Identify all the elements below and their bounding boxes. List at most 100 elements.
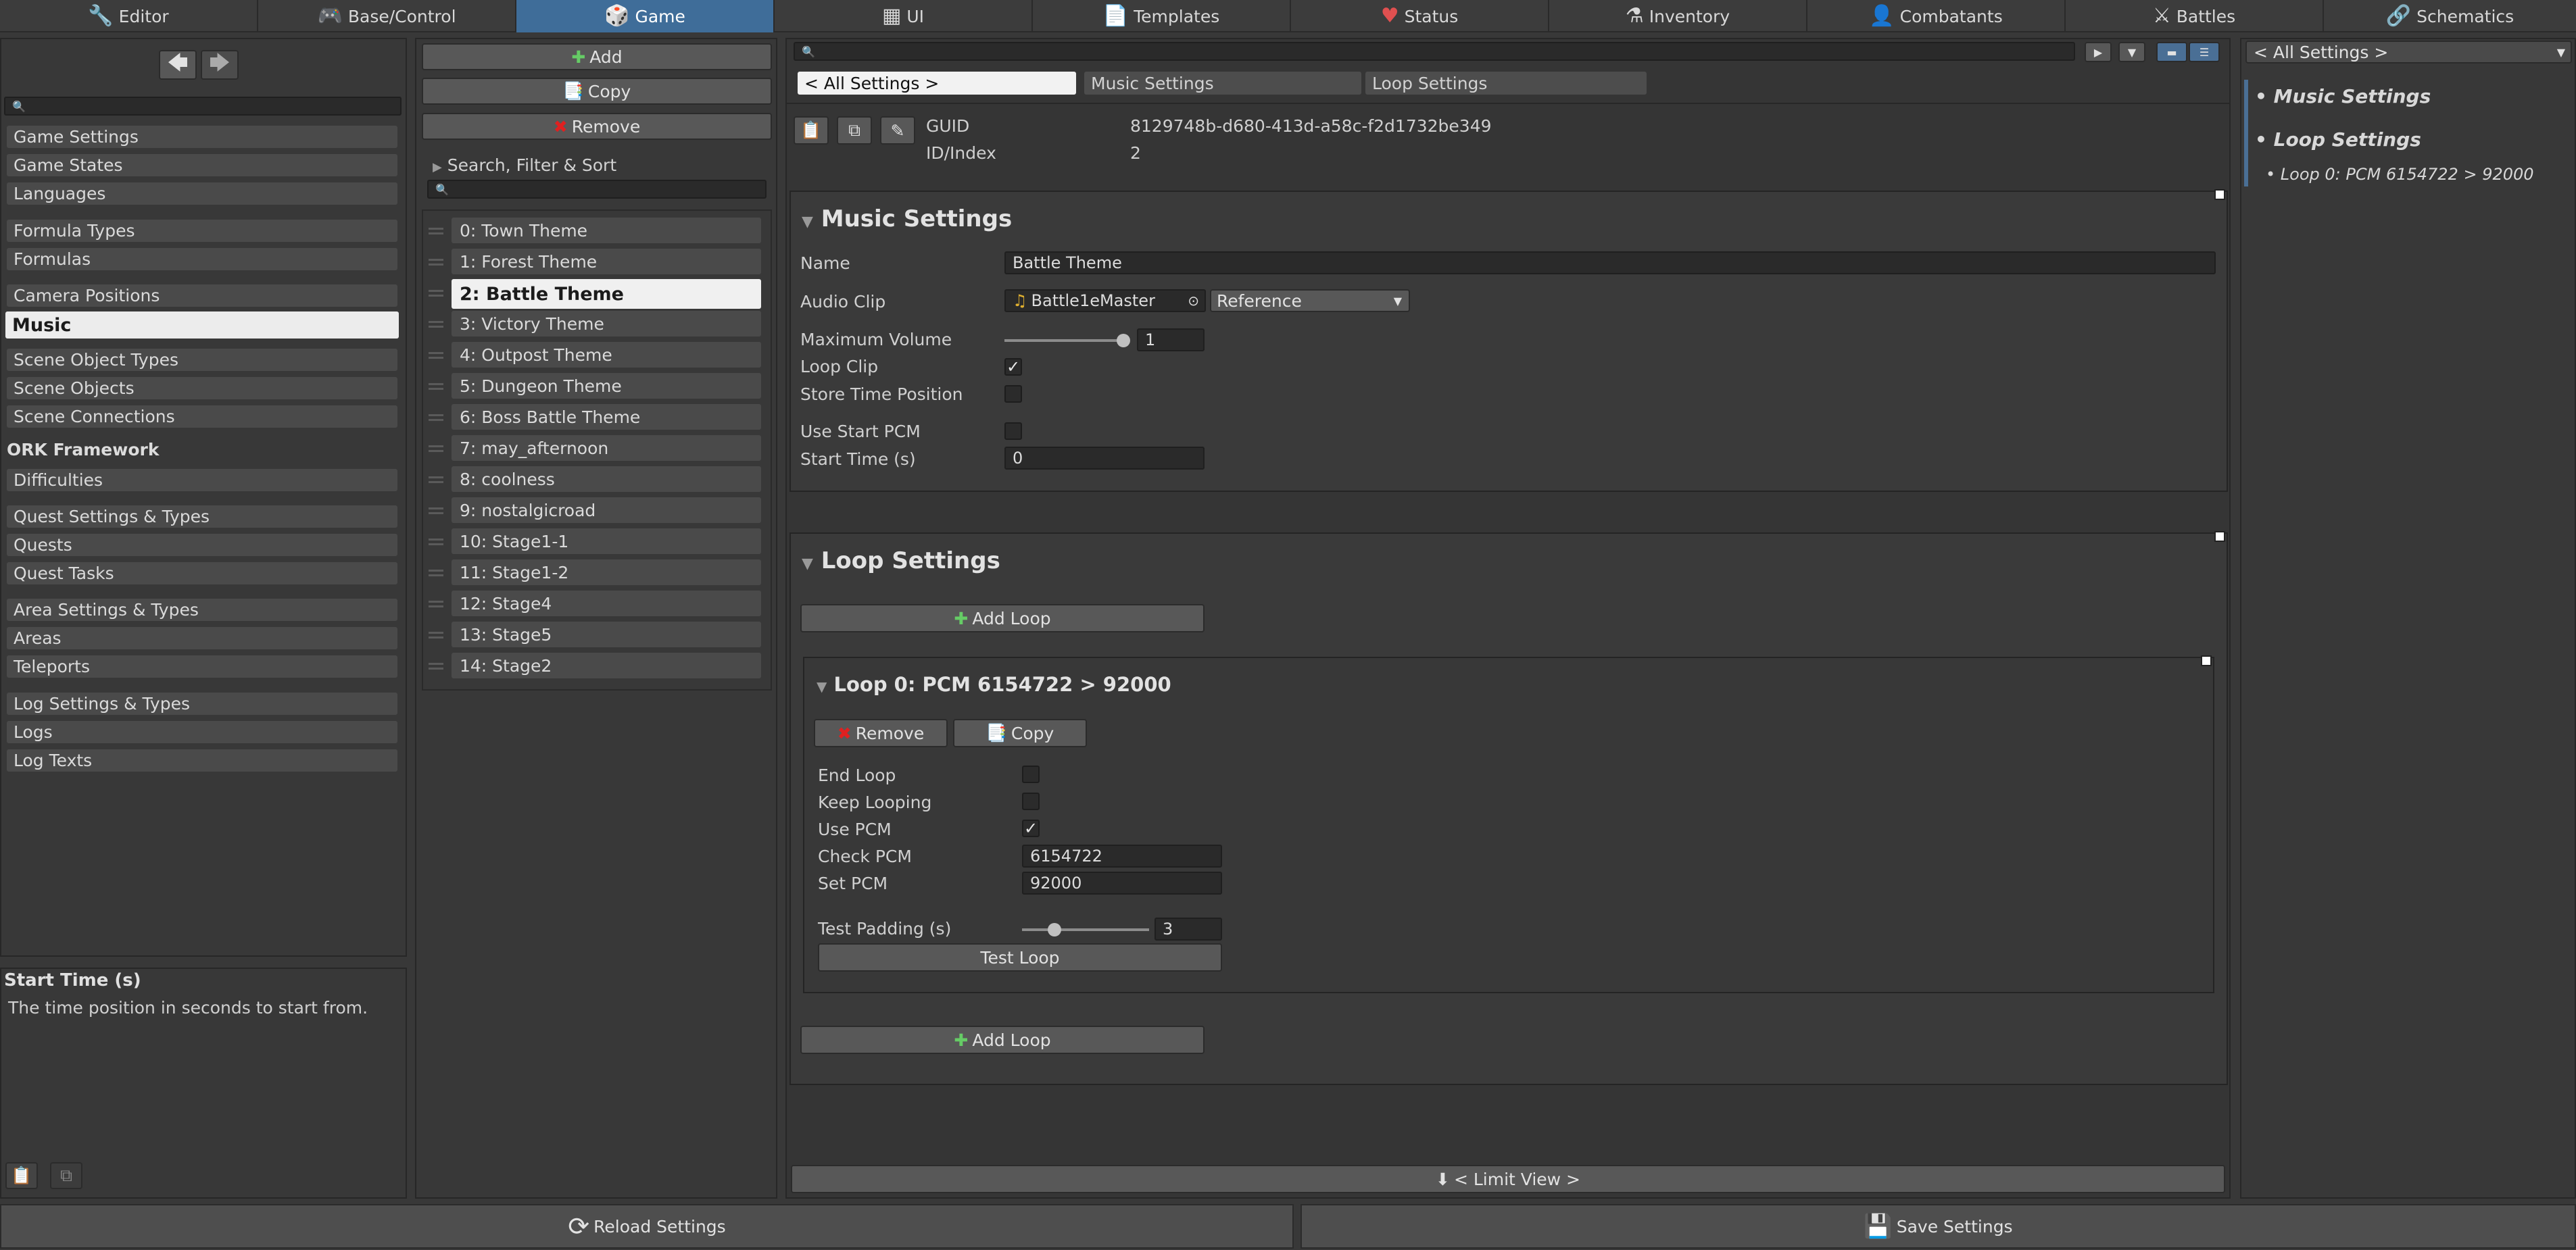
drag-handle-icon[interactable] — [429, 383, 443, 390]
tab-editor[interactable]: 🔧 Editor — [0, 0, 258, 32]
name-field[interactable]: Battle Theme — [1004, 251, 2216, 274]
drag-handle-icon[interactable] — [429, 321, 443, 328]
list-item[interactable]: 14: Stage2 — [452, 653, 761, 678]
drag-handle-icon[interactable] — [429, 259, 443, 266]
list-item[interactable]: 5: Dungeon Theme — [452, 373, 761, 399]
add-button[interactable]: ✚ Add — [422, 43, 772, 70]
end-loop-checkbox[interactable] — [1022, 766, 1040, 783]
clipboard-button[interactable]: 📋 — [794, 116, 829, 145]
list-item[interactable]: 6: Boss Battle Theme — [452, 404, 761, 430]
breadcrumb-loop-settings[interactable]: Loop Settings — [1365, 72, 1647, 95]
compact-view-button[interactable]: ▬ — [2156, 42, 2187, 62]
back-button[interactable]: 🡄 — [159, 50, 197, 80]
padding-slider-knob[interactable] — [1048, 923, 1061, 936]
list-item[interactable]: 9: nostalgicroad — [452, 497, 761, 523]
clipboard-button[interactable]: 📋 — [5, 1162, 38, 1189]
list-item[interactable]: 3: Victory Theme — [452, 311, 761, 336]
tab-ui[interactable]: ▦ UI — [775, 0, 1033, 32]
list-view-button[interactable]: ☰ — [2189, 42, 2220, 62]
nav-item[interactable]: Difficulties — [7, 469, 397, 491]
section-corner-handle[interactable] — [2214, 531, 2225, 542]
music-settings-title[interactable]: ▼ Music Settings — [802, 205, 1012, 232]
drag-handle-icon[interactable] — [429, 663, 443, 670]
audio-clip-mode-select[interactable]: Reference ▼ — [1210, 289, 1410, 312]
nav-item[interactable]: Area Settings & Types — [7, 599, 397, 621]
nav-item[interactable]: Camera Positions — [7, 284, 397, 307]
add-loop-button-bottom[interactable]: ✚ Add Loop — [800, 1026, 1205, 1054]
drag-handle-icon[interactable] — [429, 414, 443, 421]
dropdown-button[interactable]: ▼ — [2118, 42, 2145, 62]
edit-external-button[interactable]: ✎ — [880, 116, 915, 145]
nav-item[interactable]: Languages — [7, 182, 397, 205]
nav-item[interactable]: Quest Settings & Types — [7, 505, 397, 528]
tree-item-loop-settings[interactable]: • Loop Settings — [2255, 128, 2421, 151]
tab-schematics[interactable]: 🔗 Schematics — [2324, 0, 2576, 32]
tab-battles[interactable]: ⚔ Battles — [2066, 0, 2324, 32]
drag-handle-icon[interactable] — [429, 228, 443, 234]
forward-button[interactable]: 🡆 — [201, 50, 239, 80]
copy-button[interactable]: 📑 Copy — [422, 78, 772, 105]
set-pcm-field[interactable]: 92000 — [1022, 872, 1222, 895]
tree-item-music-settings[interactable]: • Music Settings — [2255, 85, 2431, 107]
tab-combatants[interactable]: 👤 Combatants — [1807, 0, 2066, 32]
nav-item[interactable]: Quests — [7, 534, 397, 556]
volume-slider-knob[interactable] — [1117, 334, 1130, 347]
list-item[interactable]: 1: Forest Theme — [452, 249, 761, 274]
add-loop-button[interactable]: ✚ Add Loop — [800, 604, 1205, 632]
copy-loop-button[interactable]: 📑 Copy — [953, 719, 1087, 747]
list-item[interactable]: 10: Stage1-1 — [452, 528, 761, 554]
loop-settings-title[interactable]: ▼ Loop Settings — [802, 547, 1000, 574]
nav-item[interactable]: Scene Connections — [7, 405, 397, 428]
test-loop-button[interactable]: Test Loop — [818, 943, 1222, 972]
list-item[interactable]: 0: Town Theme — [452, 218, 761, 243]
reload-settings-button[interactable]: ⟳ Reload Settings — [0, 1204, 1294, 1249]
remove-loop-button[interactable]: ✖ Remove — [814, 719, 948, 747]
section-corner-handle[interactable] — [2214, 189, 2225, 200]
nav-search-input[interactable]: 🔍 — [4, 97, 402, 116]
audio-clip-field[interactable]: ♫ Battle1eMaster ⊙ — [1004, 289, 1206, 312]
drag-handle-icon[interactable] — [429, 290, 443, 297]
list-item[interactable]: 11: Stage1-2 — [452, 559, 761, 585]
start-time-field[interactable]: 0 — [1004, 447, 1205, 470]
list-item[interactable]: 4: Outpost Theme — [452, 342, 761, 368]
nav-item[interactable]: Formulas — [7, 248, 397, 270]
list-item[interactable]: 12: Stage4 — [452, 591, 761, 616]
drag-handle-icon[interactable] — [429, 476, 443, 483]
drag-handle-icon[interactable] — [429, 570, 443, 576]
limit-view-button[interactable]: ⬇ < Limit View > — [791, 1165, 2225, 1193]
list-search-input[interactable]: 🔍 — [427, 180, 767, 199]
keep-looping-checkbox[interactable] — [1022, 793, 1040, 810]
list-item[interactable]: 13: Stage5 — [452, 622, 761, 647]
tab-game[interactable]: 🎲 Game — [516, 0, 775, 32]
nav-item[interactable]: Log Settings & Types — [7, 693, 397, 715]
tree-sub-item-loop-0[interactable]: • Loop 0: PCM 6154722 > 92000 — [2266, 165, 2534, 184]
loop-item-title[interactable]: ▼ Loop 0: PCM 6154722 > 92000 — [817, 673, 1171, 696]
list-item[interactable]: 8: coolness — [452, 466, 761, 492]
breadcrumb-music-settings[interactable]: Music Settings — [1084, 72, 1361, 95]
test-padding-field[interactable]: 3 — [1155, 918, 1222, 941]
max-volume-field[interactable]: 1 — [1137, 328, 1205, 351]
tab-templates[interactable]: 📄 Templates — [1033, 0, 1291, 32]
nav-item[interactable]: Formula Types — [7, 220, 397, 242]
loop-corner-handle[interactable] — [2201, 655, 2212, 666]
loop-clip-checkbox[interactable]: ✓ — [1004, 358, 1022, 376]
editor-search-input[interactable]: 🔍 — [794, 42, 2075, 61]
nav-item[interactable]: Log Texts — [7, 749, 397, 772]
use-start-pcm-checkbox[interactable] — [1004, 422, 1022, 440]
tab-inventory[interactable]: ⚗ Inventory — [1549, 0, 1807, 32]
drag-handle-icon[interactable] — [429, 632, 443, 639]
drag-handle-icon[interactable] — [429, 539, 443, 545]
drag-handle-icon[interactable] — [429, 507, 443, 514]
nav-item[interactable]: Areas — [7, 627, 397, 649]
nav-item[interactable]: Scene Objects — [7, 377, 397, 399]
volume-slider-track[interactable] — [1004, 339, 1125, 342]
play-button[interactable]: ▶ — [2085, 42, 2112, 62]
nav-item[interactable]: Game States — [7, 154, 397, 176]
nav-item[interactable]: Teleports — [7, 655, 397, 678]
check-pcm-field[interactable]: 6154722 — [1022, 845, 1222, 868]
list-item-selected[interactable]: 2: Battle Theme — [452, 279, 761, 309]
store-time-checkbox[interactable] — [1004, 385, 1022, 403]
nav-item[interactable]: Quest Tasks — [7, 562, 397, 584]
use-pcm-checkbox[interactable]: ✓ — [1022, 820, 1040, 837]
nav-item-selected[interactable]: Music — [5, 311, 399, 339]
